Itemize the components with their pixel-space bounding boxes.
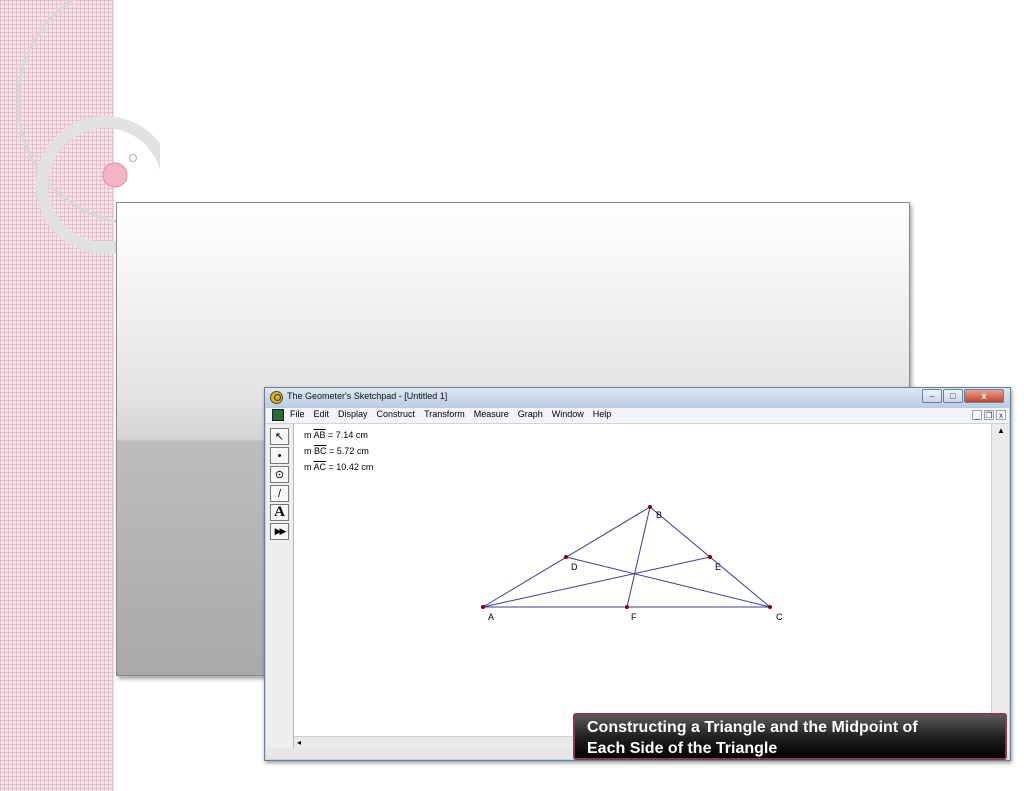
menu-help[interactable]: Help [593,409,612,419]
caption-line-2: Each Side of the Triangle [587,740,778,757]
point-d[interactable] [564,555,568,559]
point-c[interactable] [768,605,772,609]
median-fb[interactable] [626,506,651,608]
point-tool[interactable]: • [270,447,289,464]
sketchpad-window: The Geometer's Sketchpad - [Untitled 1] … [264,387,1011,761]
label-e[interactable]: E [715,562,721,572]
point-f[interactable] [625,605,629,609]
label-d[interactable]: D [571,562,578,572]
menu-bar: File Edit Display Construct Transform Me… [266,408,1009,424]
point-b[interactable] [648,505,652,509]
menu-file[interactable]: File [290,409,305,419]
close-button[interactable]: x [964,389,1004,403]
sketch-canvas[interactable]: m AB = 7.14 cm m BC = 5.72 cm m AC = 10.… [294,424,991,736]
title-bar[interactable]: The Geometer's Sketchpad - [Untitled 1] … [265,388,1010,408]
menu-graph[interactable]: Graph [518,409,543,419]
text-tool[interactable]: A [270,504,289,521]
point-a[interactable] [481,605,485,609]
custom-tool[interactable]: ▶▶ [270,523,289,540]
window-title: The Geometer's Sketchpad - [Untitled 1] [287,391,448,401]
minimize-button[interactable]: – [922,389,942,403]
menu-transform[interactable]: Transform [424,409,465,419]
label-f[interactable]: F [631,612,637,622]
scroll-left-icon[interactable]: ◂ [297,738,301,747]
menu-window[interactable]: Window [552,409,584,419]
compass-tool[interactable]: ⊙ [270,466,289,483]
doc-close-button[interactable]: x [996,410,1006,420]
window-controls: – □ x [922,389,1004,403]
slide-caption: Constructing a Triangle and the Midpoint… [573,713,1007,760]
label-a[interactable]: A [488,612,494,622]
toolbox: ↖ • ⊙ / A ▶▶ [266,424,294,758]
doc-restore-button[interactable]: ❐ [984,410,994,420]
scroll-up-icon[interactable]: ▲ [997,426,1005,435]
menu-construct[interactable]: Construct [377,409,416,419]
arrow-tool[interactable]: ↖ [270,428,289,445]
straightedge-tool[interactable]: / [270,485,289,502]
sketchpad-app-icon [270,391,283,404]
vertical-scrollbar[interactable]: ▲ [991,424,1009,748]
label-b[interactable]: B [656,510,662,520]
label-c[interactable]: C [776,612,783,622]
maximize-button[interactable]: □ [943,389,963,403]
caption-line-1: Constructing a Triangle and the Midpoint… [587,719,918,736]
doc-minimize-button[interactable]: _ [972,410,982,420]
menu-measure[interactable]: Measure [474,409,509,419]
triangle-construction: A B C D E F [481,505,783,622]
small-dot [129,154,137,162]
point-e[interactable] [708,555,712,559]
menu-display[interactable]: Display [338,409,368,419]
menu-edit[interactable]: Edit [314,409,330,419]
document-icon[interactable] [272,409,284,421]
pink-dot [102,162,128,188]
